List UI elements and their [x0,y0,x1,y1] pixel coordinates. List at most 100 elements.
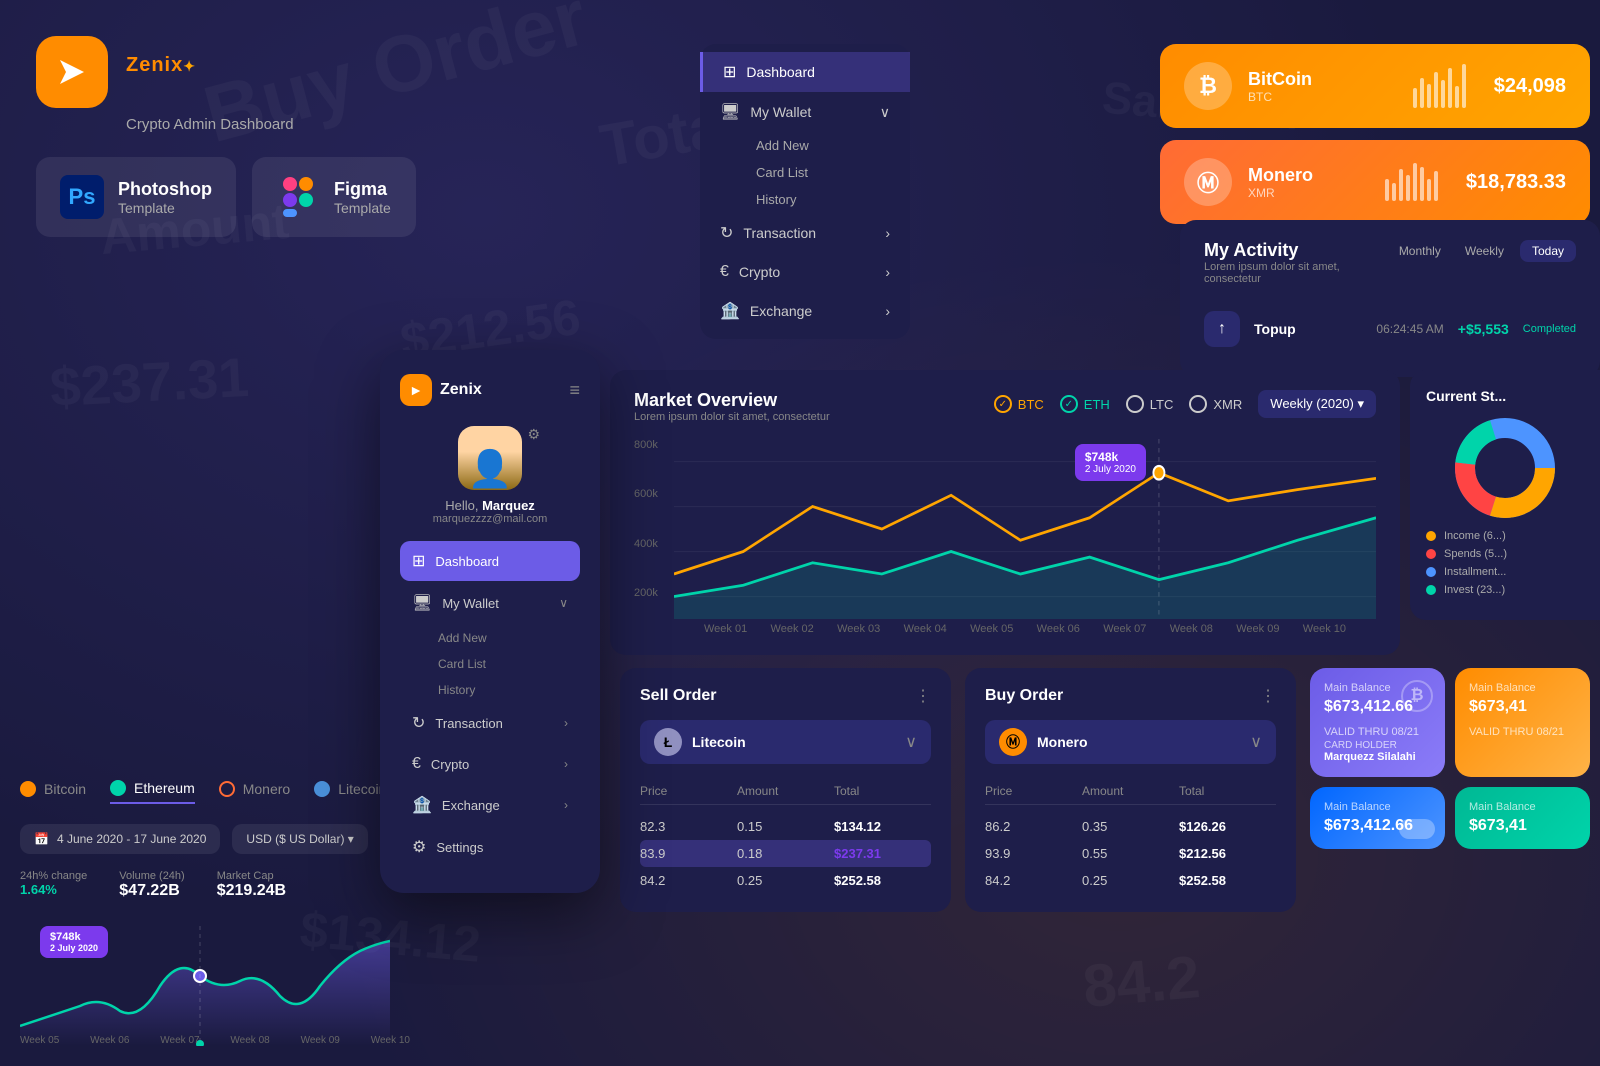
mobile-sub-card-list[interactable]: Card List [400,651,580,677]
sell-row-3: 84.2 0.25 $252.58 [640,867,931,894]
filter-btc[interactable]: BTC [994,395,1044,413]
ltc-checkbox [1126,395,1144,413]
buy-order: Buy Order ⋮ Ⓜ Monero ∨ Price Amount Tota… [965,668,1296,912]
period-select[interactable]: Weekly (2020) ▾ [1258,390,1376,418]
mobile-nav-settings[interactable]: ⚙ Settings [400,827,580,867]
tab-bitcoin[interactable]: Bitcoin [20,780,86,804]
figma-card[interactable]: Figma Template [252,157,416,237]
wallet-card-orange: Main Balance $673,41 VALID THRU 08/21 [1455,668,1590,777]
date-range-button[interactable]: 📅 4 June 2020 - 17 June 2020 [20,824,220,854]
filter-ltc[interactable]: LTC [1126,395,1174,413]
figma-text: Figma Template [334,179,391,216]
transaction-icon: ↻ [720,223,733,243]
wallet-footer-2: VALID THRU 08/21 [1469,726,1576,738]
tab-today[interactable]: Today [1520,240,1576,262]
photoshop-card[interactable]: Ps Photoshop Template [36,157,236,237]
sell-row-1: 82.3 0.15 $134.12 [640,813,931,840]
wallet-card-purple: Main Balance $673,412.66 ₿ VALID THRU 08… [1310,668,1445,777]
sell-order-menu[interactable]: ⋮ [915,686,931,706]
bitcoin-chart [1413,64,1466,108]
monero-select[interactable]: Ⓜ Monero ∨ [985,720,1276,764]
nav-add-new[interactable]: Add New [736,132,910,159]
nav-history[interactable]: History [736,186,910,213]
toggle-switch[interactable] [1399,819,1435,839]
buy-order-title: Buy Order [985,687,1063,705]
card-holder-1: Marquezz Silalahi [1324,751,1431,763]
currency-button[interactable]: USD ($ US Dollar) ▾ [232,824,367,854]
litecoin-select[interactable]: Ł Litecoin ∨ [640,720,931,764]
mobile-nav-transaction[interactable]: ↻ Transaction › [400,703,580,743]
nav-card-list[interactable]: Card List [736,159,910,186]
wallet-footer-1: VALID THRU 08/21 [1324,726,1431,738]
mobile-nav-wallet[interactable]: 🖥 My Wallet ∨ [400,583,580,623]
market-filters: BTC ETH LTC XMR Weekly (2020) ▾ [994,390,1376,418]
tab-ethereum[interactable]: Ethereum [110,780,195,804]
nav-crypto[interactable]: € Crypto › [700,253,910,291]
sell-row-2: 83.9 0.18 $237.31 [640,840,931,867]
activity-subtitle: Lorem ipsum dolor sit amet, consectetur [1204,261,1391,285]
market-overview: Market Overview Lorem ipsum dolor sit am… [610,370,1400,655]
monero-price: $18,783.33 [1466,171,1566,194]
wallet-amount-2: $673,41 [1469,698,1576,716]
stats-row: 24h% change 1.64% Volume (24h) $47.22B M… [20,870,410,900]
current-stats-title: Current St... [1426,388,1584,404]
nav-dashboard[interactable]: ⊞ Dashboard [700,52,910,92]
mobile-nav-crypto[interactable]: € Crypto › [400,745,580,783]
buy-row-1: 86.2 0.35 $126.26 [985,813,1276,840]
buy-row-3: 84.2 0.25 $252.58 [985,867,1276,894]
filter-eth[interactable]: ETH [1060,395,1110,413]
sell-order-title: Sell Order [640,687,716,705]
y-labels: 800k 600k 400k 200k [634,439,674,599]
wallet-label-4: Main Balance [1469,801,1576,813]
legend-invest: Invest (23...) [1426,584,1584,596]
date-range-bar: 📅 4 June 2020 - 17 June 2020 USD ($ US D… [20,824,410,854]
stat-change: 24h% change 1.64% [20,870,87,900]
litecoin-icon: Ł [654,728,682,756]
wallet-amount-4: $673,41 [1469,817,1576,835]
tab-weekly[interactable]: Weekly [1457,240,1512,262]
brand-logo: Zenix✦ [36,36,416,108]
gear-icon[interactable]: ⚙ [527,426,540,443]
monero-info: Monero XMR [1248,165,1357,200]
crypto-nav-icon: € [412,755,421,773]
bitcoin-info: BitCoin BTC [1248,69,1385,104]
filter-xmr[interactable]: XMR [1189,395,1242,413]
mobile-nav-dashboard[interactable]: ⊞ Dashboard [400,541,580,581]
nav-transaction[interactable]: ↻ Transaction › [700,213,910,253]
tab-monthly[interactable]: Monthly [1391,240,1449,262]
avatar: 👤 [458,426,522,490]
monero-icon: Ⓜ [1184,158,1232,206]
monero-select-icon: Ⓜ [999,728,1027,756]
stat-volume: Volume (24h) $47.22B [119,870,184,900]
activity-tabs: Monthly Weekly Today [1391,240,1576,262]
mobile-sub-add-new[interactable]: Add New [400,625,580,651]
wallet-icon: 🖥 [720,102,740,122]
greeting: Hello, Marquez [400,498,580,513]
buy-order-menu[interactable]: ⋮ [1260,686,1276,706]
activity-label: Topup [1254,321,1362,337]
mobile-sub-history[interactable]: History [400,677,580,703]
wallet-card-blue: Main Balance $673,412.66 [1310,787,1445,849]
xmr-checkbox [1189,395,1207,413]
crypto-tabs: Bitcoin Ethereum Monero Litecoin [20,780,410,804]
monero-arrow: ∨ [1250,732,1262,752]
stat-market-cap: Market Cap $219.24B [217,870,286,900]
tab-litecoin[interactable]: Litecoin [314,780,386,804]
tab-monero[interactable]: Monero [219,780,290,804]
exchange-nav-arrow: › [564,798,568,812]
activity-amount: +$5,553 [1458,321,1509,337]
wallet-label-3: Main Balance [1324,801,1431,813]
nav-wallet[interactable]: 🖥 My Wallet ∨ [700,92,910,132]
sell-order-header: Sell Order ⋮ [640,686,931,706]
nav-exchange[interactable]: 🏦 Exchange › [700,291,910,331]
brand-section: Zenix✦ Crypto Admin Dashboard Ps Photosh… [36,36,416,237]
dashboard-nav-icon: ⊞ [412,551,425,571]
market-title: Market Overview [634,390,830,411]
sidebar-nav: ⊞ Dashboard 🖥 My Wallet ∨ Add New Card L… [700,44,910,339]
wallet-label-2: Main Balance [1469,682,1576,694]
dashboard-icon: ⊞ [723,62,736,82]
hamburger-icon[interactable]: ≡ [569,380,580,401]
mobile-nav-exchange[interactable]: 🏦 Exchange › [400,785,580,825]
chart-area: 800k 600k 400k 200k [634,439,1376,619]
logo-icon [36,36,108,108]
